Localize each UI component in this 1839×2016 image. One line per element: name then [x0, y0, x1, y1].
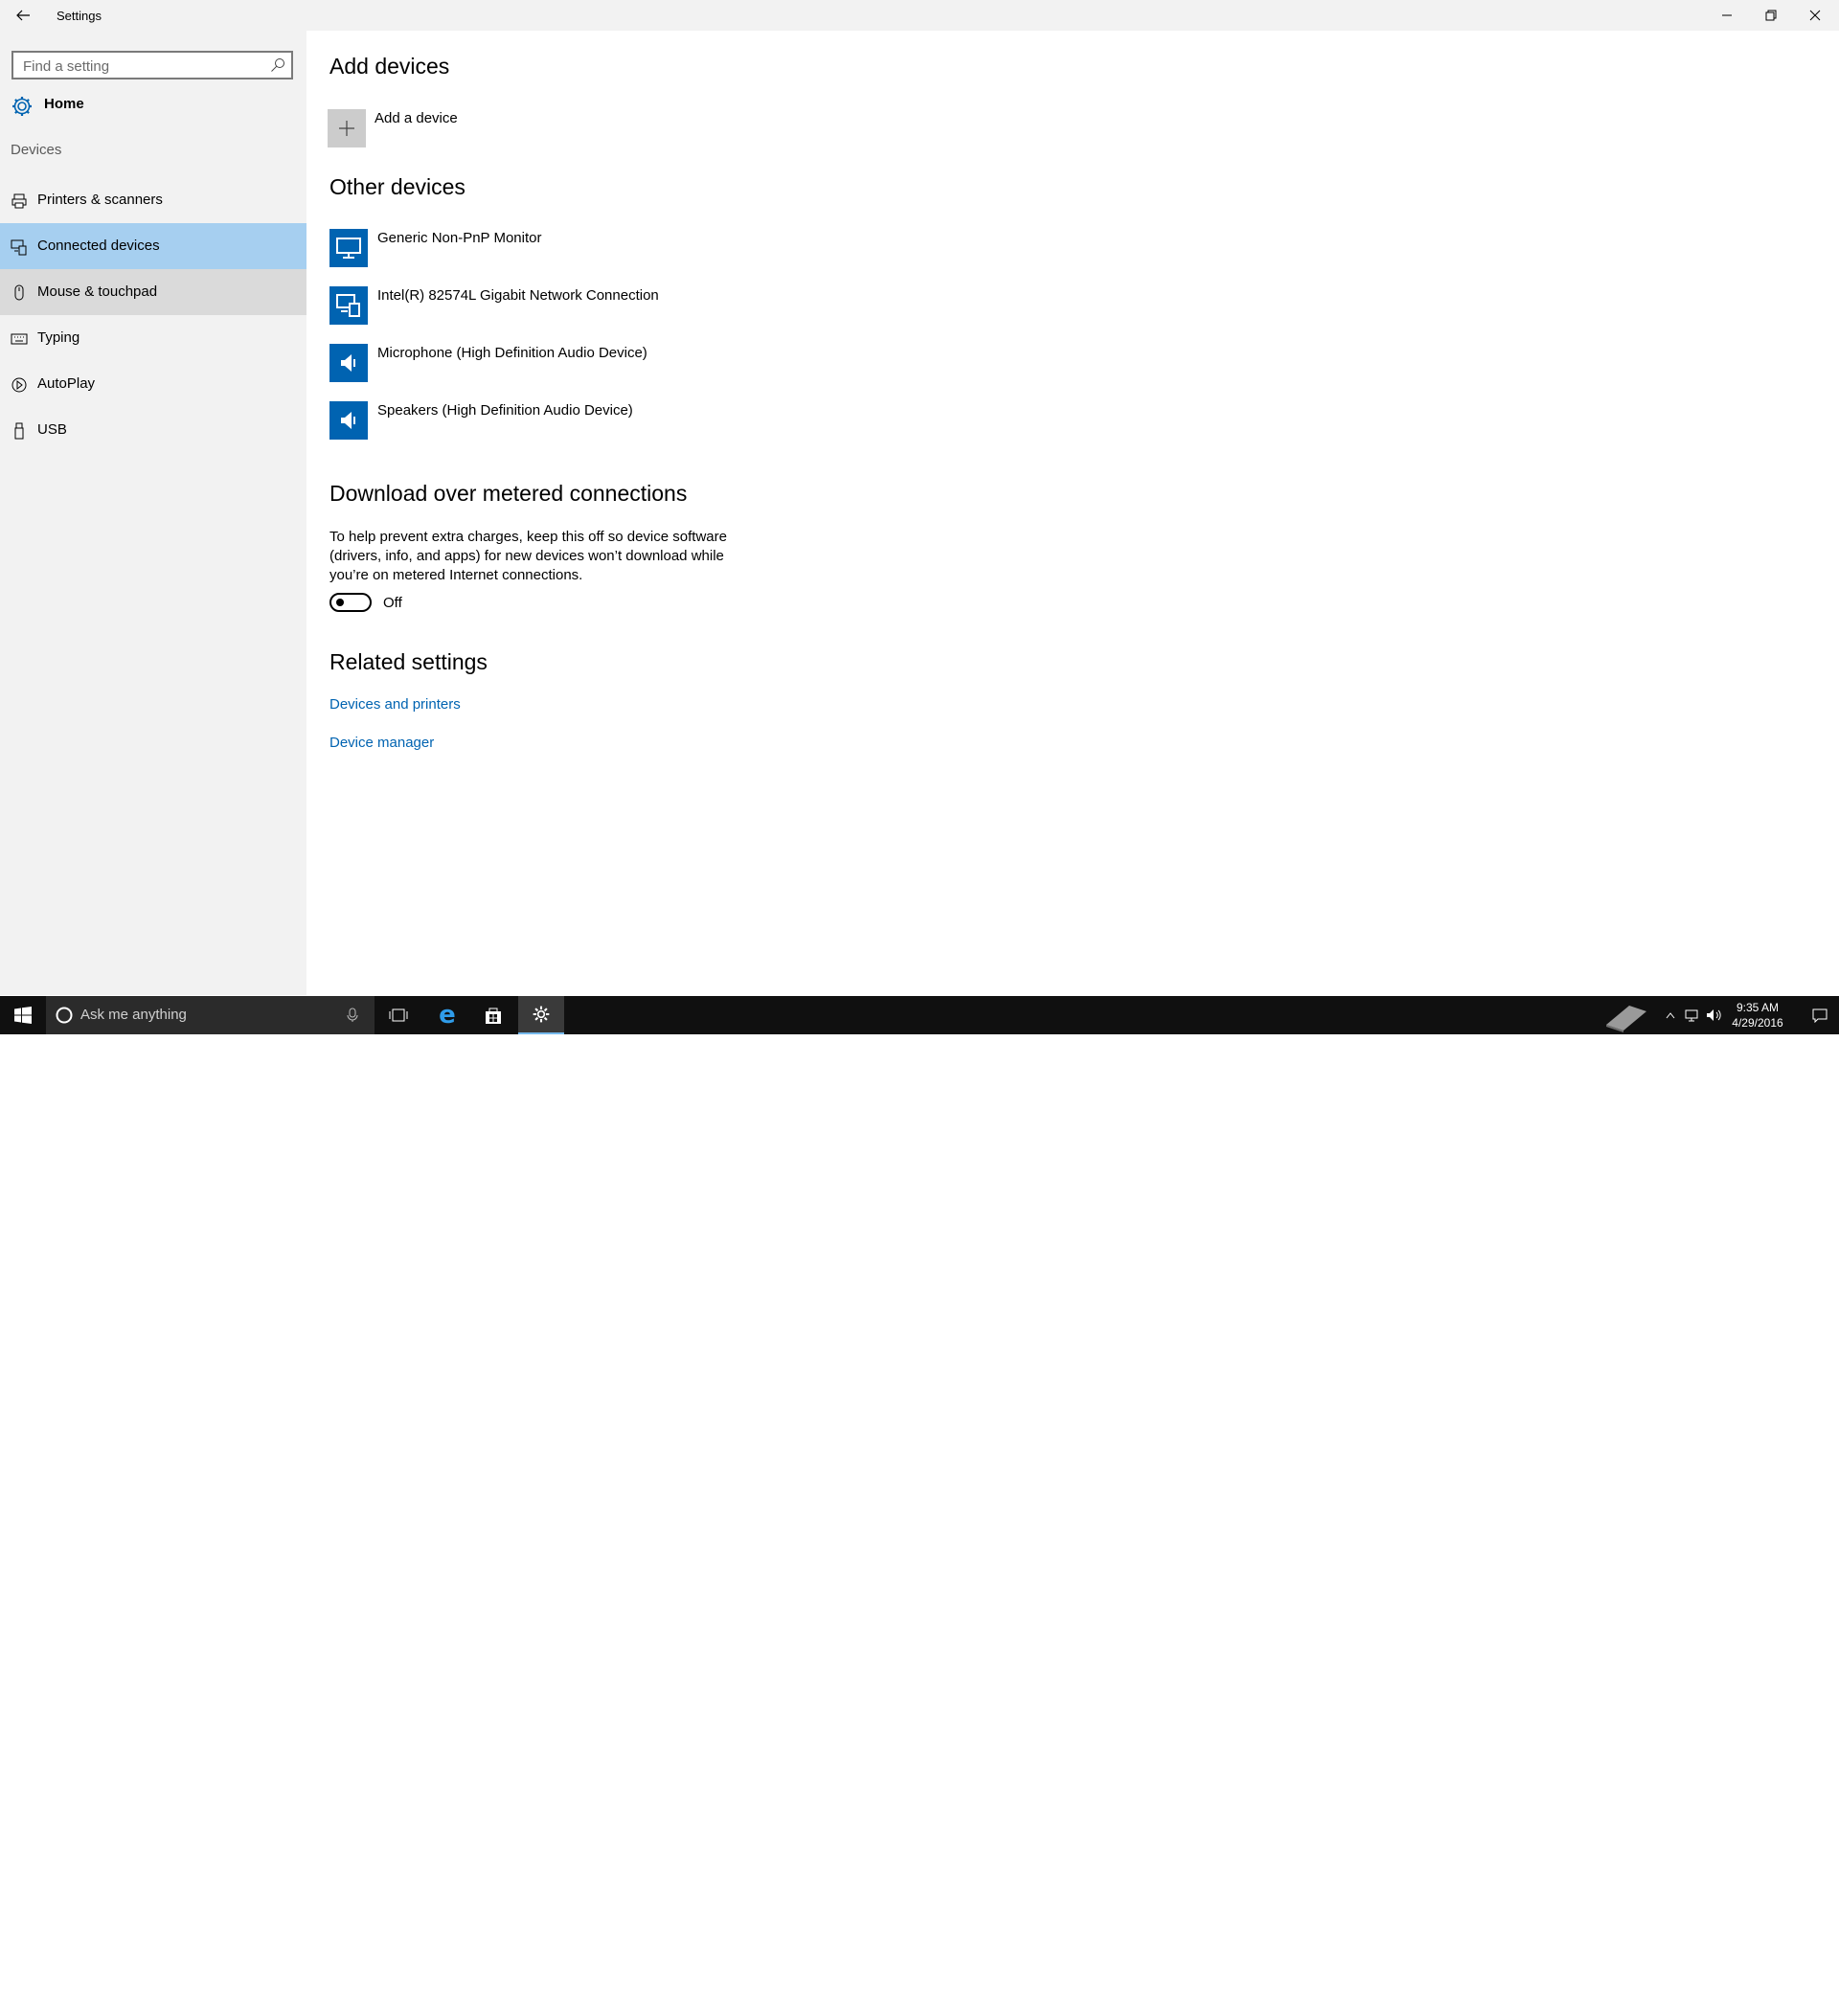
- gear-icon: [533, 1006, 550, 1023]
- metered-heading: Download over metered connections: [329, 481, 688, 506]
- printer-icon: [11, 193, 27, 209]
- settings-taskbar-button[interactable]: [518, 996, 564, 1034]
- sidebar-item-connected-devices[interactable]: Connected devices: [0, 223, 306, 269]
- sidebar-item-label: Connected devices: [37, 238, 160, 254]
- metered-toggle[interactable]: [329, 593, 372, 612]
- cortana-placeholder: Ask me anything: [80, 1007, 187, 1023]
- device-name[interactable]: Intel(R) 82574L Gigabit Network Connecti…: [377, 287, 659, 304]
- close-button[interactable]: [1793, 0, 1837, 31]
- clock[interactable]: 9:35 AM 4/29/2016: [1724, 1000, 1791, 1031]
- sidebar-item-mouse-touchpad[interactable]: Mouse & touchpad: [0, 269, 306, 315]
- volume-icon[interactable]: [1703, 996, 1724, 1034]
- store-button[interactable]: [470, 996, 516, 1034]
- toggle-state-label: Off: [383, 595, 402, 611]
- sidebar-item-label: AutoPlay: [37, 375, 96, 392]
- network-icon[interactable]: [1682, 996, 1701, 1034]
- microphone-icon: [347, 1008, 358, 1022]
- windows-logo-icon: [14, 1007, 32, 1024]
- cortana-icon: [56, 1007, 73, 1024]
- related-settings-heading: Related settings: [329, 649, 488, 674]
- cortana-search-box[interactable]: Ask me anything: [46, 996, 375, 1034]
- sidebar-item-typing[interactable]: Typing: [0, 315, 306, 361]
- clock-time: 9:35 AM: [1736, 1001, 1780, 1014]
- start-button[interactable]: [0, 996, 46, 1034]
- clock-date: 4/29/2016: [1732, 1016, 1783, 1030]
- book-icon: [1598, 996, 1655, 1034]
- chevron-up-icon[interactable]: [1661, 996, 1680, 1034]
- metered-description: To help prevent extra charges, keep this…: [329, 529, 727, 583]
- edge-browser-button[interactable]: e: [424, 996, 470, 1034]
- sidebar-item-label: Typing: [37, 329, 80, 346]
- restore-icon: [1765, 10, 1777, 21]
- minimize-button[interactable]: [1705, 0, 1749, 31]
- sidebar-item-usb[interactable]: USB: [0, 407, 306, 453]
- task-view-icon: [389, 1008, 408, 1022]
- network-device-icon[interactable]: [329, 286, 368, 325]
- watermark: The Collection Book: [1657, 1996, 1812, 2015]
- section-label: Devices: [11, 142, 62, 158]
- device-manager-link[interactable]: Device manager: [329, 735, 434, 751]
- keyboard-icon: [11, 333, 28, 345]
- search-box[interactable]: [11, 51, 293, 79]
- add-device-label[interactable]: Add a device: [375, 110, 458, 126]
- sidebar-item-autoplay[interactable]: AutoPlay: [0, 361, 306, 407]
- close-icon: [1809, 10, 1821, 21]
- store-icon: [486, 1008, 501, 1024]
- sidebar: Home Devices Printers & scanners Connect…: [0, 31, 306, 995]
- notification-icon: [1812, 1008, 1828, 1023]
- search-icon: [271, 58, 284, 72]
- add-devices-heading: Add devices: [329, 54, 450, 79]
- sidebar-item-label: USB: [37, 421, 67, 438]
- home-nav[interactable]: Home: [0, 86, 306, 125]
- monitor-icon[interactable]: [329, 229, 368, 267]
- mouse-icon: [14, 284, 24, 301]
- home-label: Home: [44, 96, 84, 112]
- gear-icon: [12, 97, 32, 116]
- toggle-knob: [336, 599, 344, 606]
- taskbar: Ask me anything e The Collection Book 9:…: [0, 996, 1839, 2015]
- device-name[interactable]: Speakers (High Definition Audio Device): [377, 402, 633, 419]
- restore-button[interactable]: [1749, 0, 1793, 31]
- usb-icon: [14, 422, 24, 440]
- add-device-button[interactable]: [328, 109, 366, 147]
- other-devices-heading: Other devices: [329, 174, 465, 199]
- title-bar: Settings: [0, 0, 1839, 31]
- sidebar-item-label: Printers & scanners: [37, 192, 163, 208]
- window-title: Settings: [57, 9, 102, 23]
- edge-icon: e: [439, 1001, 456, 1030]
- sidebar-item-label: Mouse & touchpad: [37, 283, 158, 300]
- action-center-button[interactable]: [1801, 996, 1839, 1034]
- speaker-icon[interactable]: [329, 401, 368, 440]
- speaker-icon[interactable]: [329, 344, 368, 382]
- task-view-button[interactable]: [375, 996, 421, 1034]
- connected-devices-icon: [11, 239, 27, 256]
- device-name[interactable]: Generic Non-PnP Monitor: [377, 230, 541, 246]
- device-name[interactable]: Microphone (High Definition Audio Device…: [377, 345, 647, 361]
- back-button[interactable]: [6, 0, 40, 31]
- minimize-icon: [1722, 14, 1732, 16]
- sidebar-item-printers[interactable]: Printers & scanners: [0, 177, 306, 223]
- back-arrow-icon: [16, 10, 30, 21]
- plus-icon: [339, 121, 354, 136]
- main-content: Add devices Add a device Other devices G…: [306, 31, 1839, 995]
- devices-and-printers-link[interactable]: Devices and printers: [329, 696, 461, 713]
- autoplay-icon: [11, 377, 27, 393]
- search-input[interactable]: [13, 53, 264, 79]
